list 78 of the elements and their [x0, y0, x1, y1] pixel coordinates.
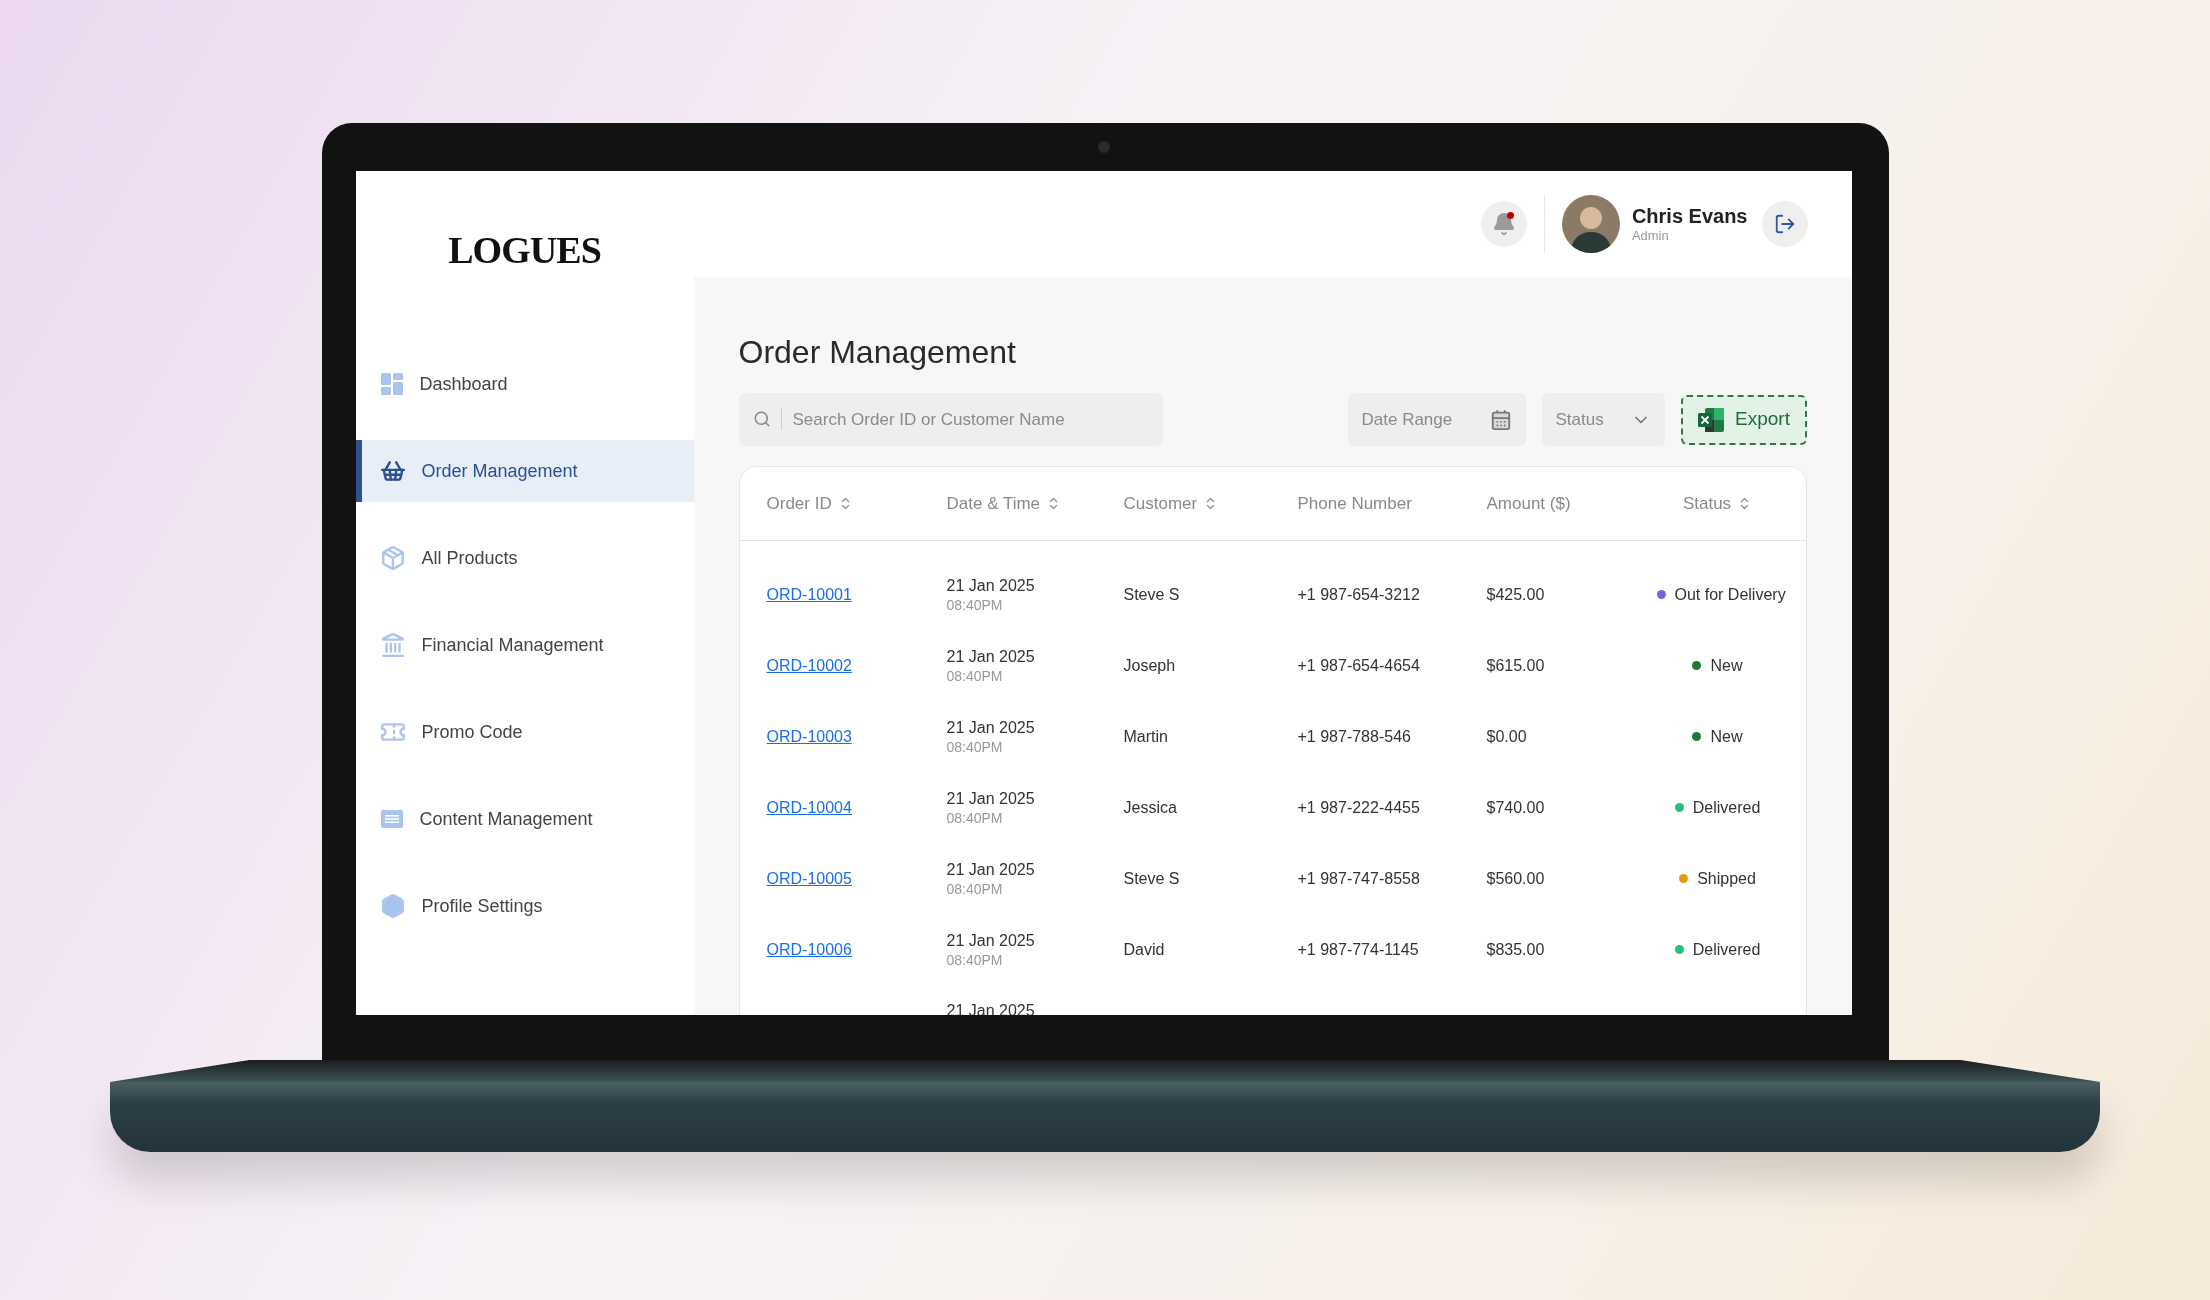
bank-icon — [379, 632, 406, 658]
basket-icon — [379, 458, 406, 484]
column-header[interactable]: Status — [1656, 490, 1779, 517]
dashboard-icon — [379, 372, 404, 396]
search-icon — [752, 410, 771, 428]
sidebar-item[interactable]: Financial Management — [355, 614, 694, 676]
customer-name: Jessica — [1123, 797, 1178, 818]
column-header[interactable]: Order ID — [766, 490, 947, 517]
brand-logo: LOGUES — [448, 228, 601, 273]
column-header: Phone Number — [1297, 492, 1413, 515]
order-amount: $560.00 — [1486, 868, 1546, 889]
phone-number: +1 987-654-3212 — [1297, 584, 1421, 605]
order-amount: $615.00 — [1486, 655, 1546, 676]
date-range-button[interactable]: Date Range — [1347, 393, 1526, 446]
status-label: Delivered — [1692, 797, 1761, 818]
customer-name: Martin — [1123, 726, 1169, 747]
status-label: New — [1710, 726, 1743, 747]
order-link[interactable]: ORD-10003 — [766, 724, 852, 749]
order-amount: $425.00 — [1486, 584, 1546, 605]
order-time: 08:40PM — [946, 950, 1004, 969]
sidebar-item[interactable]: Promo Code — [355, 701, 694, 763]
hexagon-icon — [379, 893, 406, 919]
order-date: 21 Jan 2025 — [946, 646, 1036, 667]
user-role: Admin — [1631, 228, 1670, 244]
order-link[interactable]: ORD-10006 — [766, 937, 852, 962]
order-date: 21 Jan 2025 — [946, 717, 1036, 738]
customer-name: Joseph — [1123, 655, 1177, 676]
order-time: 08:40PM — [946, 879, 1004, 898]
status-dropdown[interactable]: Status — [1541, 393, 1665, 446]
phone-number: +1 987-774-1145 — [1297, 939, 1420, 960]
status-label: New — [1710, 655, 1743, 676]
order-time: 08:40PM — [946, 737, 1004, 756]
order-link[interactable]: ORD-10001 — [766, 582, 852, 607]
avatar[interactable] — [1561, 195, 1620, 253]
order-date: 21 Jan 2025 — [946, 859, 1036, 880]
page-title: Order Management — [738, 333, 1017, 372]
box-icon — [379, 545, 406, 571]
document-icon — [379, 807, 404, 831]
sidebar-item[interactable]: Dashboard — [355, 353, 694, 415]
status-label: Delivered — [1692, 939, 1761, 960]
order-amount: $740.00 — [1486, 797, 1546, 818]
phone-number: +1 987-222-4455 — [1297, 797, 1421, 818]
status-label: Out for Delivery — [1674, 584, 1786, 605]
order-time: 08:40PM — [946, 808, 1004, 827]
customer-name: Steve S — [1123, 868, 1181, 889]
phone-number: +1 987-747-8558 — [1297, 868, 1421, 889]
order-date: 21 Jan 2025 — [946, 575, 1036, 596]
user-name: Chris Evans — [1631, 204, 1748, 228]
logout-button[interactable] — [1761, 201, 1808, 247]
camera-icon — [1097, 141, 1110, 153]
logout-icon — [1773, 213, 1796, 235]
column-header[interactable]: Customer — [1123, 490, 1298, 517]
sidebar-item[interactable]: Order Management — [355, 440, 694, 502]
bell-icon — [1491, 212, 1516, 236]
order-date: 21 Jan 2025 — [946, 788, 1036, 809]
order-link[interactable]: ORD-10005 — [766, 866, 852, 891]
export-button[interactable]: Export — [1680, 394, 1807, 445]
sidebar-item[interactable]: Content Management — [355, 788, 694, 850]
phone-number: +1 987-654-4654 — [1297, 655, 1421, 676]
sidebar-item[interactable]: All Products — [355, 527, 694, 589]
order-time: 08:40PM — [946, 595, 1004, 614]
phone-number: +1 987-788-546 — [1297, 726, 1412, 747]
customer-name: David — [1123, 939, 1166, 960]
spreadsheet-icon — [1697, 406, 1726, 433]
calendar-icon — [1489, 408, 1512, 431]
column-header: Amount ($) — [1486, 492, 1572, 515]
column-header[interactable]: Date & Time — [946, 490, 1124, 517]
status-label: Shipped — [1697, 868, 1756, 889]
order-link[interactable]: ORD-10002 — [766, 653, 852, 678]
order-amount: $0.00 — [1486, 726, 1528, 747]
customer-name: Steve S — [1123, 584, 1181, 605]
search-field[interactable]: Search Order ID or Customer Name — [738, 393, 1163, 446]
order-link[interactable]: ORD-10004 — [766, 795, 852, 820]
notification-button[interactable] — [1480, 201, 1527, 247]
order-date: 21 Jan 2025 — [946, 930, 1036, 951]
sidebar-item[interactable]: Profile Settings — [355, 875, 694, 937]
order-time: 08:40PM — [946, 666, 1004, 685]
order-amount: $835.00 — [1486, 939, 1546, 960]
